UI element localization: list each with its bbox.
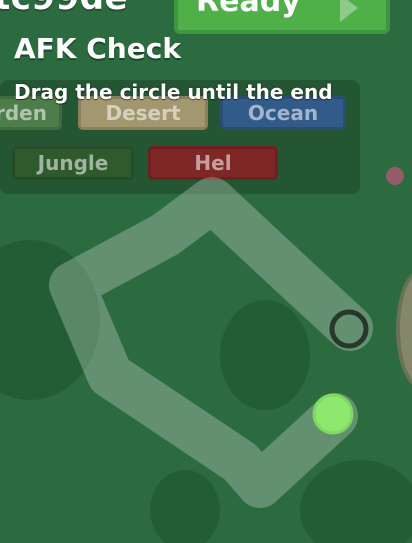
- afk-check-instruction: Drag the circle until the end: [14, 80, 333, 104]
- game-scene: Ready tc99de rden Desert Ocean Jungle He…: [0, 0, 412, 543]
- afk-drag-track: [49, 177, 373, 508]
- afk-check-title: AFK Check: [14, 32, 181, 65]
